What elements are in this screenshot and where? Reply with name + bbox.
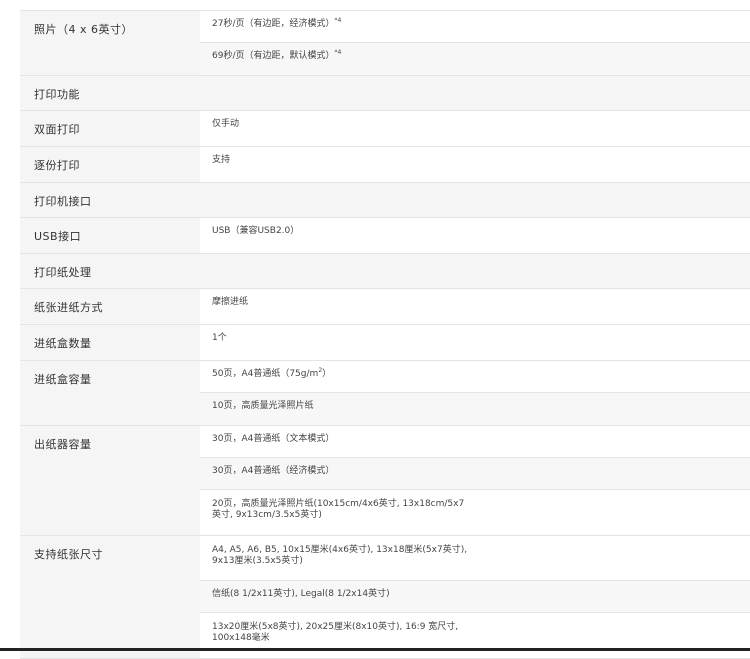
spec-row-tray-count: 进纸盒数量 1个 [20, 325, 750, 361]
spec-values: 27秒/页（有边距，经济模式）*4 69秒/页（有边距，默认模式）*4 [200, 11, 750, 75]
spec-values: 30页，A4普通纸（文本模式） 30页，A4普通纸（经济模式） 20页，高质量光… [200, 426, 750, 535]
section-title: 打印机接口 [34, 195, 92, 208]
section-header-printer-interface: 打印机接口 [20, 183, 750, 218]
spec-row-usb: USB接口 USB（兼容USB2.0） [20, 218, 750, 254]
spec-value: 20页，高质量光泽照片纸(10x15cm/4x6英寸, 13x18cm/5x7 英… [200, 490, 750, 535]
spec-label: 照片（4 x 6英寸） [20, 11, 200, 75]
spec-value: 13x20厘米(5x8英寸), 20x25厘米(8x10英寸), 16:9 宽尺… [200, 613, 750, 658]
spec-row-output-capacity: 出纸器容量 30页，A4普通纸（文本模式） 30页，A4普通纸（经济模式） 20… [20, 426, 750, 536]
spec-table: 照片（4 x 6英寸） 27秒/页（有边距，经济模式）*4 69秒/页（有边距，… [20, 10, 750, 659]
spec-row-feed-method: 纸张进纸方式 摩擦进纸 [20, 289, 750, 325]
spec-values: 仅手动 [200, 111, 750, 146]
section-header-print-functions: 打印功能 [20, 76, 750, 111]
spec-values: 1个 [200, 325, 750, 360]
spec-value: 50页，A4普通纸（75g/m2） [200, 361, 750, 393]
spec-label: 进纸盒容量 [20, 361, 200, 425]
spec-value: 支持 [200, 147, 750, 182]
spec-row-tray-capacity: 进纸盒容量 50页，A4普通纸（75g/m2） 10页，高质量光泽照片纸 [20, 361, 750, 426]
spec-row-paper-sizes: 支持纸张尺寸 A4, A5, A6, B5, 10x15厘米(4x6英寸), 1… [20, 536, 750, 659]
spec-label: 逐份打印 [20, 147, 200, 182]
spec-value: 30页，A4普通纸（文本模式） [200, 426, 750, 458]
spec-label: 支持纸张尺寸 [20, 536, 200, 658]
section-title: 打印功能 [34, 88, 80, 101]
section-title: 打印纸处理 [34, 266, 92, 279]
spec-label: 进纸盒数量 [20, 325, 200, 360]
spec-values: 摩擦进纸 [200, 289, 750, 324]
spec-value: 仅手动 [200, 111, 750, 146]
spec-value: 10页，高质量光泽照片纸 [200, 393, 750, 425]
spec-value: 信纸(8 1/2x11英寸), Legal(8 1/2x14英寸) [200, 581, 750, 613]
spec-values: 支持 [200, 147, 750, 182]
spec-label: 出纸器容量 [20, 426, 200, 535]
spec-row-duplex: 双面打印 仅手动 [20, 111, 750, 147]
spec-label: USB接口 [20, 218, 200, 253]
spec-value: A4, A5, A6, B5, 10x15厘米(4x6英寸), 13x18厘米(… [200, 536, 750, 581]
spec-label: 双面打印 [20, 111, 200, 146]
spec-values: A4, A5, A6, B5, 10x15厘米(4x6英寸), 13x18厘米(… [200, 536, 750, 658]
spec-value: 1个 [200, 325, 750, 360]
spec-value: 69秒/页（有边距，默认模式）*4 [200, 43, 750, 75]
spec-row-collate: 逐份打印 支持 [20, 147, 750, 183]
spec-value: 30页，A4普通纸（经济模式） [200, 458, 750, 490]
spec-values: USB（兼容USB2.0） [200, 218, 750, 253]
spec-row-photo-speed: 照片（4 x 6英寸） 27秒/页（有边距，经济模式）*4 69秒/页（有边距，… [20, 11, 750, 76]
spec-value: 27秒/页（有边距，经济模式）*4 [200, 11, 750, 43]
section-header-paper-handling: 打印纸处理 [20, 254, 750, 289]
spec-value: 摩擦进纸 [200, 289, 750, 324]
spec-values: 50页，A4普通纸（75g/m2） 10页，高质量光泽照片纸 [200, 361, 750, 425]
spec-value: USB（兼容USB2.0） [200, 218, 750, 253]
spec-label: 纸张进纸方式 [20, 289, 200, 324]
